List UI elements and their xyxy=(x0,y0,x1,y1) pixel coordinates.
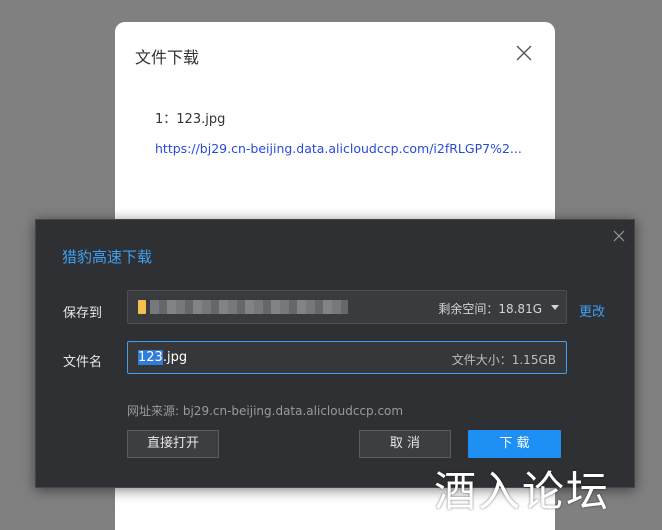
download-button[interactable]: 下 载 xyxy=(468,430,561,458)
filename-value: 123.jpg xyxy=(138,350,187,365)
save-location-select[interactable]: 剩余空间：18.81G xyxy=(127,290,567,324)
forum-watermark: 酒入论坛 xyxy=(434,467,611,516)
filename-selected-text: 123 xyxy=(138,350,163,365)
cheetah-download-panel: 猎豹高速下载 保存到 剩余空间：18.81G 更改 文件名 123.jpg 文件… xyxy=(35,219,635,488)
panel-title: 猎豹高速下载 xyxy=(62,248,153,266)
file-url-link[interactable]: https://bj29.cn-beijing.data.alicloudccp… xyxy=(155,141,535,156)
open-directly-button[interactable]: 直接打开 xyxy=(127,430,219,458)
save-path-redacted xyxy=(150,300,348,314)
filename-label: 文件名 xyxy=(63,355,103,370)
cancel-button[interactable]: 取 消 xyxy=(359,430,451,458)
close-icon[interactable] xyxy=(612,229,626,243)
close-icon[interactable] xyxy=(515,44,533,62)
file-size-text: 文件大小：1.15GB xyxy=(451,353,556,367)
dialog-title: 文件下载 xyxy=(135,48,200,67)
source-url-text: 网址来源: bj29.cn-beijing.data.alicloudccp.c… xyxy=(127,404,404,418)
chevron-down-icon[interactable] xyxy=(551,305,559,310)
folder-icon xyxy=(138,300,146,314)
filename-extension: .jpg xyxy=(162,350,188,365)
filename-input[interactable]: 123.jpg 文件大小：1.15GB xyxy=(127,341,567,374)
free-space-text: 剩余空间：18.81G xyxy=(438,302,542,316)
change-location-link[interactable]: 更改 xyxy=(579,301,605,320)
save-to-label: 保存到 xyxy=(63,306,103,321)
file-item: 1：123.jpg xyxy=(155,112,226,127)
